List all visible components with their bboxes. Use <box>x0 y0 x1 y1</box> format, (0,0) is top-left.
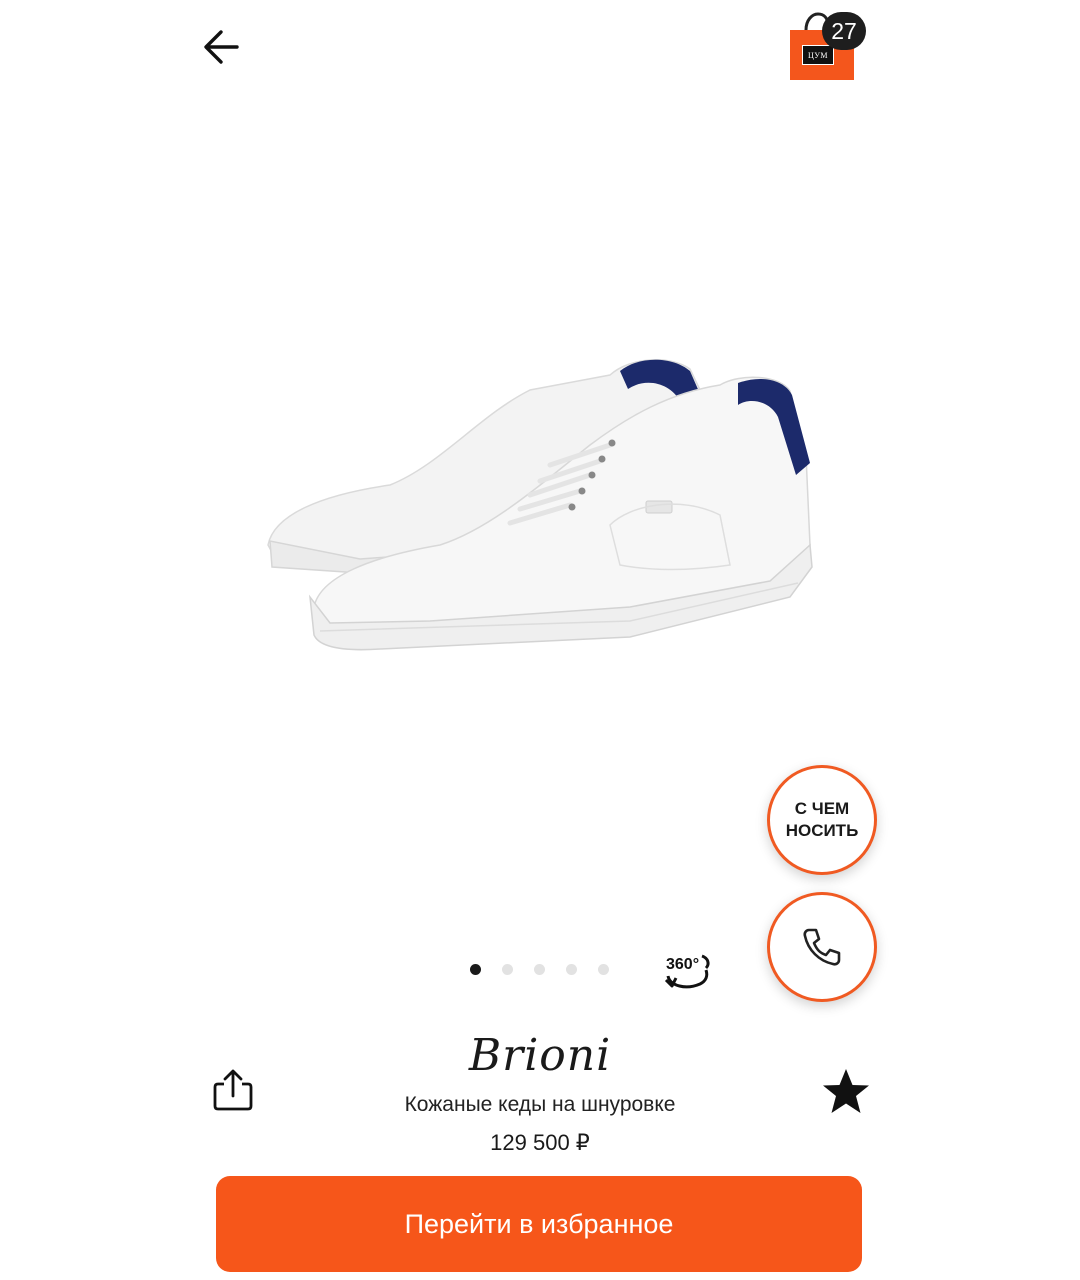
pagination-dot[interactable] <box>534 964 545 975</box>
back-button[interactable] <box>196 24 246 70</box>
pagination-dot[interactable] <box>566 964 577 975</box>
rotate-360-icon <box>664 954 710 989</box>
phone-icon <box>803 928 841 966</box>
pagination-dot[interactable] <box>502 964 513 975</box>
call-button[interactable] <box>767 892 877 1002</box>
outfit-suggestions-label: С ЧЕМ НОСИТЬ <box>785 799 859 840</box>
go-to-favorites-button[interactable]: Перейти в избранное <box>216 1176 862 1272</box>
shopping-bag-button[interactable]: ЦУМ 27 <box>786 8 868 84</box>
arrow-left-icon <box>204 30 239 64</box>
product-image[interactable] <box>250 345 830 665</box>
favorite-button[interactable] <box>820 1066 872 1118</box>
share-button[interactable] <box>208 1066 258 1116</box>
pagination-dot[interactable] <box>470 964 481 975</box>
product-page: ЦУМ 27 С ЧЕМ НОСИТЬ 360° Brioni Кожаные … <box>0 0 1080 1280</box>
bag-logo: ЦУМ <box>802 45 834 65</box>
outfit-suggestions-button[interactable]: С ЧЕМ НОСИТЬ <box>767 765 877 875</box>
gallery-pagination <box>470 964 609 975</box>
product-name: Кожаные кеды на шнуровке <box>404 1093 676 1116</box>
pagination-dot[interactable] <box>598 964 609 975</box>
bag-count-badge: 27 <box>822 12 866 50</box>
view-360-button[interactable]: 360° <box>662 950 712 992</box>
share-icon <box>213 1069 253 1111</box>
star-icon <box>823 1069 869 1113</box>
brand-logo[interactable]: Brioni <box>440 1028 640 1088</box>
product-price: 129 500 ₽ <box>490 1130 590 1155</box>
